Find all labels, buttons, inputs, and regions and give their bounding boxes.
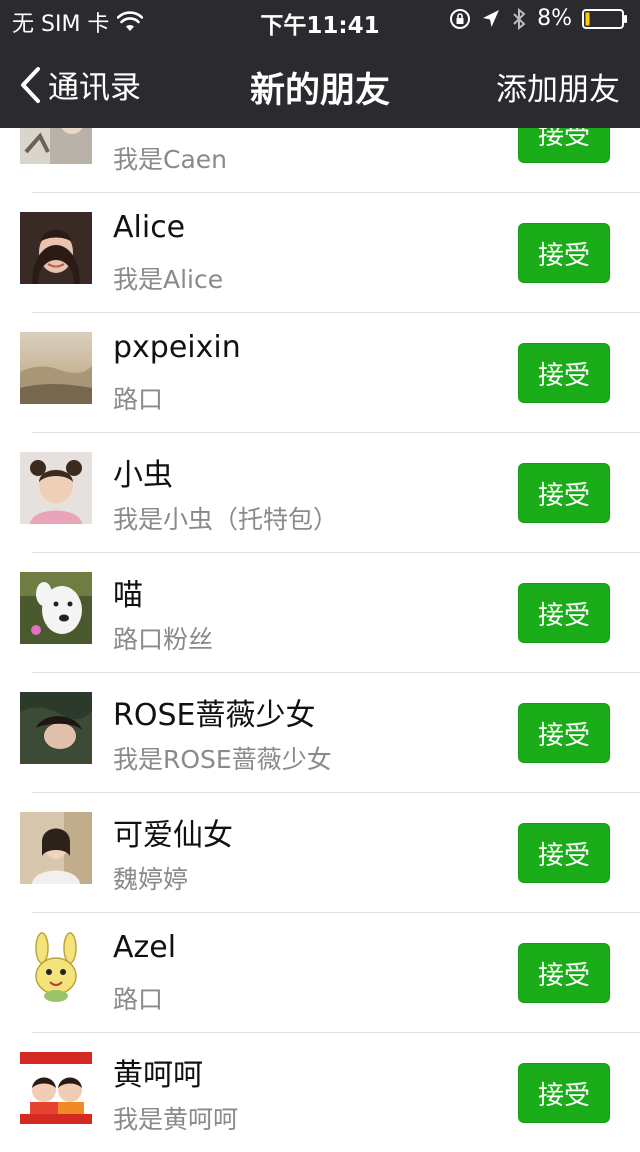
status-right: 8% [449, 6, 628, 31]
contact-name: pxpeixin [113, 330, 241, 365]
request-message: 我是Alice [113, 265, 224, 294]
list-item[interactable]: Azel 路口 接受 [0, 912, 640, 1032]
accept-button[interactable]: 接受 [518, 823, 610, 883]
battery-percent: 8% [537, 6, 572, 31]
avatar [20, 1052, 92, 1124]
status-bar: 无 SIM 卡 下午11:41 8% [0, 0, 640, 40]
accept-button[interactable]: 接受 [518, 343, 610, 403]
list-item[interactable]: 黄呵呵 我是黄呵呵 接受 [0, 1032, 640, 1152]
contact-name: 喵 [113, 578, 143, 613]
accept-button[interactable]: 接受 [518, 943, 610, 1003]
accept-button[interactable]: 接受 [518, 583, 610, 643]
accept-button[interactable]: 接受 [518, 463, 610, 523]
avatar [20, 332, 92, 404]
list-item[interactable]: 小虫 我是小虫（托特包） 接受 [0, 432, 640, 552]
request-message: 我是小虫（托特包） [113, 505, 339, 534]
request-message: 我是ROSE蔷薇少女 [113, 745, 332, 774]
accept-button[interactable]: 接受 [518, 703, 610, 763]
avatar [20, 692, 92, 764]
request-message: 我是黄呵呵 [113, 1105, 239, 1134]
orientation-lock-icon [450, 8, 471, 29]
list-item[interactable]: pxpeixin 路口 接受 [0, 312, 640, 432]
location-arrow-icon [483, 9, 500, 27]
contact-name: Azel [113, 930, 177, 965]
contact-name: 可爱仙女 [113, 818, 233, 853]
accept-button[interactable]: 接受 [518, 223, 610, 283]
list-item[interactable]: 可爱仙女 魏婷婷 接受 [0, 792, 640, 912]
contact-name: 小虫 [113, 458, 173, 493]
contact-name: Alice [113, 210, 186, 245]
request-message: 路口粉丝 [113, 625, 214, 654]
battery-icon [582, 8, 627, 29]
list-item[interactable]: 喵 路口粉丝 接受 [0, 552, 640, 672]
request-message: 我是Caen [113, 145, 228, 174]
nav-bar: 通讯录 新的朋友 添加朋友 [0, 40, 640, 128]
request-message: 路口 [113, 985, 164, 1014]
list-item[interactable]: Alice 我是Alice 接受 [0, 192, 640, 312]
list-item[interactable]: ROSE蔷薇少女 我是ROSE蔷薇少女 接受 [0, 672, 640, 792]
friend-request-list: 我是Caen 接受 Alice 我是Alice 接受 pxpeixin 路口 接… [0, 72, 640, 1152]
avatar [20, 812, 92, 884]
contact-name: ROSE蔷薇少女 [113, 698, 316, 733]
avatar [20, 932, 92, 1004]
bluetooth-icon [513, 7, 526, 30]
header: 无 SIM 卡 下午11:41 8% 通讯录 新的朋友 添加朋友 [0, 0, 640, 128]
add-friend-button[interactable]: 添加朋友 [496, 64, 620, 109]
request-message: 魏婷婷 [113, 865, 189, 894]
accept-button[interactable]: 接受 [518, 1063, 610, 1123]
avatar [20, 452, 92, 524]
avatar [20, 572, 92, 644]
avatar [20, 212, 92, 284]
request-message: 路口 [113, 385, 164, 414]
contact-name: 黄呵呵 [113, 1058, 203, 1093]
